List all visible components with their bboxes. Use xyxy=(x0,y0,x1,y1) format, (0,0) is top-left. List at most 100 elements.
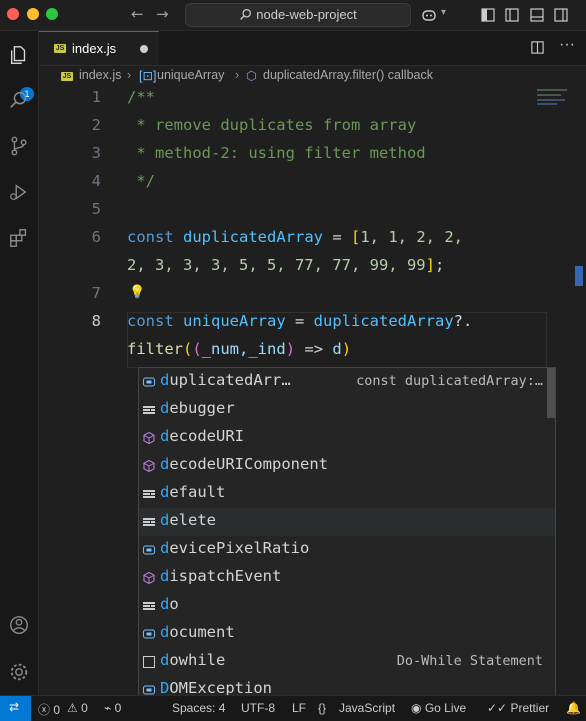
suggestion-item[interactable]: delete xyxy=(139,508,555,536)
command-center-search[interactable]: node-web-project xyxy=(185,3,411,27)
operator-token: ?. xyxy=(453,312,473,330)
eol-indicator[interactable]: LF xyxy=(292,701,306,715)
command-center-label: node-web-project xyxy=(256,7,357,22)
code-line-4: */ xyxy=(127,172,155,190)
suggestion-label: do xyxy=(160,595,179,613)
suggestion-label: duplicatedArr… xyxy=(160,371,291,389)
variable-icon xyxy=(143,377,155,387)
operator-token: = xyxy=(285,312,314,330)
errors-indicator[interactable]: ⓧ 0 xyxy=(38,701,60,718)
operator-token: = xyxy=(323,228,351,246)
keyword-icon xyxy=(143,406,155,414)
suggestion-detail: const duplicatedArray:… xyxy=(356,373,543,389)
toggle-secondary-sidebar-icon[interactable] xyxy=(553,7,569,23)
braces-indicator[interactable]: {} xyxy=(318,701,326,715)
suggestion-detail: Do-While Statement xyxy=(396,653,543,669)
suggestion-item[interactable]: debugger xyxy=(139,396,555,424)
tab-index-js[interactable]: JS index.js xyxy=(39,31,159,65)
more-actions-icon[interactable]: ··· xyxy=(559,36,575,54)
code-line-6: const duplicatedArray = [1, 1, 2, 2, xyxy=(127,228,463,246)
bracket-token: ) xyxy=(341,340,352,358)
line-number: 4 xyxy=(91,172,101,190)
extensions-icon[interactable] xyxy=(8,227,30,249)
error-icon: ⓧ xyxy=(38,703,51,717)
parameter-token: _num,_ind xyxy=(201,340,286,358)
suggestion-item[interactable]: default xyxy=(139,480,555,508)
variable-symbol-icon: [⊡] xyxy=(139,69,157,83)
zoom-window-button[interactable] xyxy=(46,8,58,20)
minimap[interactable] xyxy=(537,88,569,106)
code-line-8-wrap: filter((_num,_ind) => d) xyxy=(127,340,351,358)
method-icon xyxy=(143,572,155,584)
tab-label: index.js xyxy=(72,41,117,56)
suggestion-label: devicePixelRatio xyxy=(160,539,310,557)
suggestion-item[interactable]: decodeURIComponent xyxy=(139,452,555,480)
language-indicator[interactable]: JavaScript xyxy=(339,701,395,715)
number-token: 1, 1, 2, 2, xyxy=(360,228,463,246)
layout-panels-icon[interactable] xyxy=(480,7,496,23)
run-debug-icon[interactable] xyxy=(8,181,30,203)
line-number: 8 xyxy=(91,312,101,330)
suggestion-label: delete xyxy=(160,511,217,529)
source-control-icon[interactable] xyxy=(8,135,30,157)
suggestion-item[interactable]: dispatchEvent xyxy=(139,564,555,592)
breadcrumb-file[interactable]: index.js xyxy=(79,68,121,82)
arrow-right-icon[interactable]: → xyxy=(156,5,169,23)
breadcrumb-symbol[interactable]: uniqueArray xyxy=(157,68,224,82)
bracket-token: ( xyxy=(192,340,202,358)
suggestion-label: decodeURI xyxy=(160,427,244,445)
method-symbol-icon: ⬡ xyxy=(246,69,257,83)
suggestion-item[interactable]: duplicatedArr… const duplicatedArray:… xyxy=(139,368,555,396)
search-icon[interactable] xyxy=(8,89,30,111)
go-live-button[interactable]: ◉ Go Live xyxy=(411,701,466,715)
function-token: filter xyxy=(127,340,183,358)
double-check-icon: ✓✓ xyxy=(487,701,508,715)
chevron-down-icon[interactable]: ▾ xyxy=(441,7,446,18)
variable-token: duplicatedArray xyxy=(183,228,323,246)
suggestion-item[interactable]: dowhile Do-While Statement xyxy=(139,648,555,676)
files-explorer-icon[interactable] xyxy=(8,44,30,66)
search-icon xyxy=(240,9,252,20)
prettier-indicator[interactable]: ✓✓ Prettier xyxy=(487,701,549,715)
keyword-icon xyxy=(143,490,155,498)
suggestion-label: default xyxy=(160,483,226,501)
suggestion-item[interactable]: document xyxy=(139,620,555,648)
remote-indicator[interactable]: ⇄ xyxy=(0,696,31,721)
snippet-icon xyxy=(143,656,155,668)
keyword-icon xyxy=(143,602,155,610)
account-icon[interactable] xyxy=(8,614,30,636)
close-window-button[interactable] xyxy=(7,8,19,20)
line-number: 7 xyxy=(91,284,101,302)
ports-indicator[interactable]: ⌁ 0 xyxy=(104,701,121,715)
code-line-8: const uniqueArray = duplicatedArray?. xyxy=(127,312,472,330)
suggestion-item[interactable]: DOMException xyxy=(139,676,555,696)
arrow-left-icon[interactable]: ← xyxy=(131,5,144,23)
warnings-indicator[interactable]: ⚠ 0 xyxy=(67,701,88,715)
variable-icon xyxy=(143,629,155,639)
method-icon xyxy=(143,460,155,472)
editor-scrollbar[interactable] xyxy=(575,266,583,286)
keyword-token: const xyxy=(127,312,174,330)
breadcrumb-callback[interactable]: duplicatedArray.filter() callback xyxy=(263,68,433,82)
suggestion-item[interactable]: do xyxy=(139,592,555,620)
indentation-indicator[interactable]: Spaces: 4 xyxy=(172,701,225,715)
warning-icon: ⚠ xyxy=(67,701,78,715)
broadcast-icon: ◉ xyxy=(411,701,422,715)
encoding-indicator[interactable]: UTF-8 xyxy=(241,701,275,715)
suggestion-item[interactable]: decodeURI xyxy=(139,424,555,452)
suggestion-item[interactable]: devicePixelRatio xyxy=(139,536,555,564)
line-number: 5 xyxy=(91,200,101,218)
variable-icon xyxy=(143,545,155,555)
lightbulb-icon[interactable]: 💡 xyxy=(129,284,145,300)
suggestion-widget: duplicatedArr… const duplicatedArray:… d… xyxy=(138,367,556,697)
notifications-icon[interactable]: 🔔 xyxy=(566,701,581,715)
toggle-panel-icon[interactable] xyxy=(529,7,545,23)
antenna-icon: ⌁ xyxy=(104,701,112,715)
toggle-sidebar-icon[interactable] xyxy=(504,7,520,23)
gear-icon[interactable] xyxy=(8,661,30,683)
suggestion-scrollbar[interactable] xyxy=(547,368,555,418)
copilot-icon[interactable] xyxy=(421,7,437,23)
split-editor-icon[interactable] xyxy=(530,40,545,55)
unsaved-dot-icon[interactable] xyxy=(140,45,148,53)
minimize-window-button[interactable] xyxy=(27,8,39,20)
